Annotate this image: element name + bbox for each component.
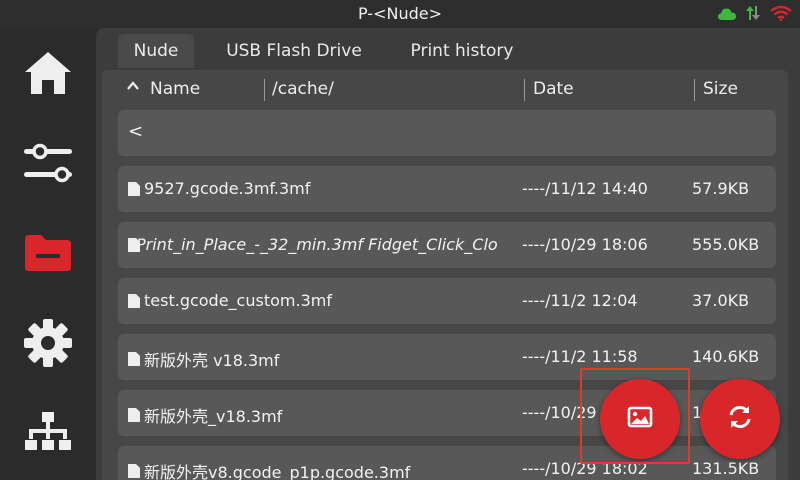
back-arrow-icon: < (128, 121, 144, 142)
home-icon (23, 50, 73, 100)
file-size: 57.9KB (692, 179, 750, 198)
column-divider (694, 79, 695, 101)
file-date: ----/11/2 11:58 (522, 347, 638, 366)
file-date: ----/10/29 18:06 (522, 235, 648, 254)
file-date: ----/11/2 12:04 (522, 291, 638, 310)
file-panel: Nude USB Flash Drive Print history Name … (96, 28, 800, 480)
network-tree-icon (23, 410, 73, 460)
sort-chevron-up-icon[interactable] (126, 78, 140, 99)
settings-gear-icon (23, 318, 73, 372)
file-row[interactable]: test.gcode_custom.3mf ----/11/2 12:04 37… (118, 278, 776, 324)
wifi-icon (770, 5, 792, 25)
file-row[interactable]: 新版外壳v8.gcode_p1p.gcode.3mf ----/10/29 18… (118, 446, 776, 480)
image-preview-icon (627, 406, 653, 432)
tab-usb-flash-drive[interactable]: USB Flash Drive (214, 34, 374, 68)
file-row[interactable]: 新版外壳 v18.3mf ----/11/2 11:58 140.6KB (118, 334, 776, 380)
file-row[interactable]: Print_in_Place_-_32_min.3mf Fidget_Click… (118, 222, 776, 268)
file-size: 37.0KB (692, 291, 750, 310)
file-icon (128, 293, 140, 308)
tab-print-history[interactable]: Print history (394, 34, 530, 68)
top-bar: P-<Nude> (0, 0, 800, 28)
file-size: 140.6KB (692, 347, 760, 366)
current-path: /cache/ (272, 79, 334, 99)
column-date[interactable]: Date (533, 79, 574, 99)
tab-label: Nude (133, 41, 179, 61)
cloud-icon (718, 6, 736, 25)
sidebar (0, 28, 96, 480)
file-icon (128, 181, 140, 196)
file-name: Print_in_Place_-_32_min.3mf Fidget_Click… (136, 235, 498, 254)
file-name: 新版外壳_v18.3mf (144, 407, 283, 426)
tab-nude[interactable]: Nude (118, 34, 194, 68)
sidebar-item-files[interactable] (0, 210, 96, 300)
printer-title: P-<Nude> (358, 4, 442, 23)
tab-label: USB Flash Drive (226, 41, 362, 61)
file-name: 9527.gcode.3mf.3mf (144, 179, 311, 198)
sliders-icon (22, 141, 74, 189)
image-preview-button[interactable] (600, 379, 680, 459)
folder-icon (23, 233, 73, 277)
file-row[interactable]: 9527.gcode.3mf.3mf ----/11/12 14:40 57.9… (118, 166, 776, 212)
column-divider (264, 79, 265, 101)
refresh-button[interactable] (700, 379, 780, 459)
file-icon (128, 352, 140, 366)
tab-label: Print history (410, 41, 514, 61)
file-name: test.gcode_custom.3mf (144, 291, 332, 310)
file-size: 131.5KB (692, 459, 760, 478)
column-name[interactable]: Name (150, 79, 200, 99)
sidebar-item-controls[interactable] (0, 120, 96, 210)
sidebar-item-settings[interactable] (0, 300, 96, 390)
column-divider (524, 79, 525, 101)
sidebar-item-home[interactable] (0, 30, 96, 120)
file-date: ----/10/29 18:02 (522, 459, 648, 478)
file-icon (128, 464, 140, 478)
refresh-icon (726, 403, 754, 435)
file-name: 新版外壳v8.gcode_p1p.gcode.3mf (144, 463, 411, 480)
sidebar-item-network[interactable] (0, 390, 96, 480)
status-icons (718, 5, 792, 25)
back-row[interactable]: < (118, 110, 776, 156)
file-list-header: Name /cache/ Date Size (102, 70, 788, 110)
transfer-arrows-icon (746, 5, 760, 25)
file-size: 555.0KB (692, 235, 760, 254)
column-size[interactable]: Size (703, 79, 738, 99)
file-name: 新版外壳 v18.3mf (144, 351, 280, 370)
file-date: ----/11/12 14:40 (522, 179, 648, 198)
file-icon (128, 408, 140, 422)
file-list: Name /cache/ Date Size < 9527.gcode.3mf.… (102, 70, 788, 480)
